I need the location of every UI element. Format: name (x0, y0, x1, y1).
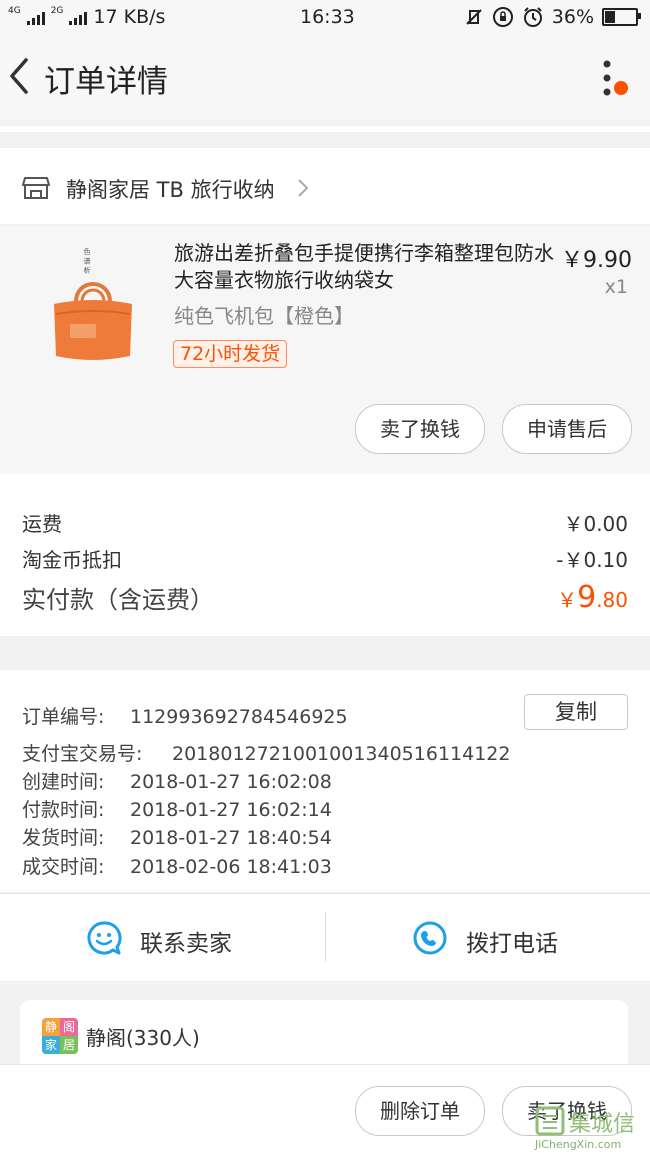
battery-percent: 36% (551, 6, 594, 28)
group-chat-card[interactable]: 静 阁 家 居 静阁(330人) (20, 1000, 628, 1070)
page-title: 订单详情 (44, 64, 168, 100)
alarm-icon (523, 7, 542, 27)
product-quantity: x1 (604, 276, 628, 298)
network-indicators: 4G 2G 17 KB/s (8, 6, 165, 28)
shop-name: 静阁家居 TB 旅行收纳 (66, 178, 275, 202)
total-currency: ￥ (557, 588, 578, 612)
shipping-fee-value: ￥0.00 (563, 512, 628, 536)
avatar-char-1: 静 (42, 1018, 60, 1036)
header-divider (0, 126, 650, 132)
order-info: 订单编号: 112993692784546925 复制 支付宝交易号: 201801… (0, 670, 650, 892)
total-integer: 9 (577, 580, 597, 615)
watermark: 集城信 JiChengXin.com (533, 1104, 645, 1154)
paid-time-label: 付款时间: (22, 799, 105, 821)
order-number[interactable]: 112993692784546925 (130, 706, 348, 728)
paid-time: 2018-01-27 16:02:14 (130, 799, 332, 821)
chat-icon (87, 921, 122, 955)
navigation-bar: 订单详情 (0, 34, 650, 120)
shipping-fee-label: 运费 (22, 512, 62, 536)
created-time-label: 创建时间: (22, 771, 105, 793)
shipping-fee-row: 运费 ￥0.00 (22, 508, 628, 537)
shipped-time-row: 发货时间: 2018-01-27 18:40:54 (22, 823, 332, 850)
delete-order-button[interactable]: 删除订单 (355, 1086, 485, 1136)
product-price: ￥9.90 (561, 248, 632, 273)
paid-time-row: 付款时间: 2018-01-27 16:02:14 (22, 795, 332, 822)
signal-icon (69, 9, 88, 25)
completed-time-row: 成交时间: 2018-02-06 18:41:03 (22, 852, 332, 879)
watermark-en: JiChengXin.com (535, 1138, 622, 1151)
system-icons: 36% (464, 6, 641, 28)
signal-icon (26, 9, 45, 25)
avatar-char-4: 居 (60, 1036, 78, 1054)
chevron-right-icon (298, 179, 309, 197)
group-avatar: 静 阁 家 居 (42, 1018, 78, 1054)
avatar-char-2: 阁 (60, 1018, 78, 1036)
silent-icon (466, 9, 482, 25)
store-icon (22, 177, 50, 199)
clock: 16:33 (300, 6, 355, 28)
total-decimal: .80 (596, 588, 628, 612)
sell-for-cash-button[interactable]: 卖了换钱 (355, 404, 485, 454)
watermark-cn: 集城信 (569, 1112, 636, 1137)
after-sales-button[interactable]: 申请售后 (502, 404, 632, 454)
total-label: 实付款（含运费） (22, 586, 214, 614)
contact-bar: 联系卖家 拨打电话 (0, 893, 650, 981)
status-bar: 4G 2G 17 KB/s 16:33 36% (0, 0, 650, 34)
product-title[interactable]: 旅游出差折叠包手提便携行李箱整理包防水大容量衣物旅行收纳袋女 (174, 240, 554, 294)
rotation-lock-icon (492, 7, 513, 27)
total-value: ￥9.80 (557, 580, 628, 615)
alipay-number-label: 支付宝交易号: (22, 743, 143, 765)
total-row: 实付款（含运费） ￥9.80 (22, 580, 628, 615)
completed-time-label: 成交时间: (22, 856, 105, 878)
phone-icon (413, 921, 447, 955)
avatar-char-3: 家 (42, 1036, 60, 1054)
product-image[interactable] (48, 244, 138, 374)
network-2g-label: 2G (50, 6, 64, 16)
watermark-logo-icon (535, 1106, 565, 1136)
copy-button[interactable]: 复制 (524, 694, 628, 730)
notification-dot (614, 81, 628, 95)
product-image-label: 色 谱 析 (83, 248, 91, 274)
completed-time: 2018-02-06 18:41:03 (130, 856, 332, 878)
alipay-number-row: 支付宝交易号: 2018012721001001340516114122 (22, 739, 510, 766)
shipped-time: 2018-01-27 18:40:54 (130, 827, 332, 849)
group-name: 静阁(330人) (86, 1026, 200, 1050)
created-time: 2018-01-27 16:02:08 (130, 771, 332, 793)
shipping-badge: 72小时发货 (173, 340, 288, 368)
shop-row[interactable]: 静阁家居 TB 旅行收纳 (0, 148, 650, 224)
contact-seller-label: 联系卖家 (140, 931, 232, 957)
order-number-label: 订单编号: (22, 706, 105, 728)
fee-summary: 运费 ￥0.00 淘金币抵扣 -￥0.10 实付款（含运费） ￥9.80 (0, 474, 650, 636)
network-speed: 17 KB/s (93, 6, 166, 28)
battery-icon (602, 8, 641, 26)
coin-deduction-row: 淘金币抵扣 -￥0.10 (22, 544, 628, 573)
call-phone-button[interactable]: 拨打电话 (326, 894, 650, 981)
coin-deduction-value: -￥0.10 (556, 548, 628, 572)
created-time-row: 创建时间: 2018-01-27 16:02:08 (22, 767, 332, 794)
alipay-number: 2018012721001001340516114122 (172, 743, 511, 765)
contact-seller-button[interactable]: 联系卖家 (0, 894, 325, 981)
chevron-left-icon[interactable] (6, 54, 36, 98)
coin-deduction-label: 淘金币抵扣 (22, 548, 122, 572)
shipped-time-label: 发货时间: (22, 827, 105, 849)
call-phone-label: 拨打电话 (466, 931, 558, 957)
network-4g-label: 4G (8, 6, 21, 16)
product-spec: 纯色飞机包【橙色】 (174, 304, 354, 328)
order-number-row: 订单编号: 112993692784546925 (22, 702, 348, 729)
product-item[interactable]: 色 谱 析 旅游出差折叠包手提便携行李箱整理包防水大容量衣物旅行收纳袋女 ￥9.… (0, 226, 650, 474)
